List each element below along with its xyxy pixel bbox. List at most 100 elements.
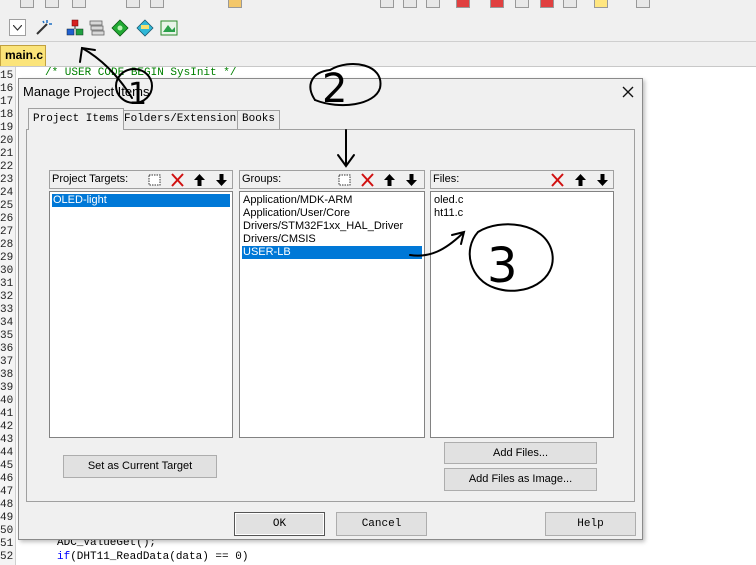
delete-icon[interactable] xyxy=(359,172,376,188)
close-icon[interactable] xyxy=(619,83,637,101)
chevron-down-icon xyxy=(13,25,22,31)
toolbar-icon[interactable] xyxy=(126,0,140,8)
move-up-icon[interactable] xyxy=(381,172,398,188)
toolbar-icon[interactable] xyxy=(540,0,554,8)
magic-wand-icon[interactable] xyxy=(34,19,52,37)
line-number: 28 xyxy=(0,239,14,251)
tab-folders-extensions[interactable]: Folders/Extensions xyxy=(119,110,248,129)
toolbar-icon[interactable] xyxy=(515,0,529,8)
new-item-icon[interactable] xyxy=(146,172,163,188)
toolbar-icon[interactable] xyxy=(563,0,577,8)
code-keyword: if xyxy=(57,551,71,563)
line-number: 41 xyxy=(0,408,14,420)
toolbar-icon[interactable] xyxy=(72,0,86,8)
tab-books[interactable]: Books xyxy=(237,110,281,129)
green-diamond-icon[interactable] xyxy=(111,19,129,37)
groups-header: Groups: xyxy=(239,170,425,189)
line-number: 34 xyxy=(0,317,14,329)
groups-list: Application/MDK-ARM Application/User/Cor… xyxy=(239,191,425,438)
move-down-icon[interactable] xyxy=(594,172,611,188)
toolbar-icon[interactable] xyxy=(403,0,417,8)
line-number: 30 xyxy=(0,265,14,277)
toolbar-icon[interactable] xyxy=(490,0,504,8)
list-item-group-selected[interactable]: USER-LB xyxy=(242,246,422,259)
code-line-52: if(DHT11_ReadData(data) == 0) xyxy=(57,550,248,563)
move-down-icon[interactable] xyxy=(403,172,420,188)
toolbar-icon[interactable] xyxy=(426,0,440,8)
line-number: 27 xyxy=(0,226,14,238)
line-number: 16 xyxy=(0,83,14,95)
toolbar-icon[interactable] xyxy=(636,0,650,8)
delete-icon[interactable] xyxy=(549,172,566,188)
new-group-icon[interactable] xyxy=(336,172,353,188)
help-button[interactable]: Help xyxy=(545,512,636,536)
files-list: oled.c ht11.c xyxy=(430,191,614,438)
add-files-as-image-button[interactable]: Add Files as Image... xyxy=(444,468,597,491)
cancel-button[interactable]: Cancel xyxy=(336,512,427,536)
stack-icon[interactable] xyxy=(88,19,106,37)
delete-icon[interactable] xyxy=(169,172,186,188)
groups-label: Groups: xyxy=(242,173,282,185)
line-number: 21 xyxy=(0,148,14,160)
manage-project-items-dialog: Manage Project Items Project Items Folde… xyxy=(18,78,643,540)
line-number: 40 xyxy=(0,395,14,407)
list-item-group[interactable]: Application/MDK-ARM xyxy=(242,194,422,207)
line-number: 22 xyxy=(0,161,14,173)
toolbar-icon[interactable] xyxy=(594,0,608,8)
line-number: 24 xyxy=(0,187,14,199)
line-number: 31 xyxy=(0,278,14,290)
set-current-target-button[interactable]: Set as Current Target xyxy=(63,455,217,478)
line-number: 44 xyxy=(0,447,14,459)
project-targets-header: Project Targets: xyxy=(49,170,233,189)
line-number: 20 xyxy=(0,135,14,147)
tab-project-items[interactable]: Project Items xyxy=(28,108,124,130)
toolbar-icon[interactable] xyxy=(456,0,470,8)
line-number: 43 xyxy=(0,434,14,446)
list-item-group[interactable]: Drivers/STM32F1xx_HAL_Driver xyxy=(242,220,422,233)
line-number: 51 xyxy=(0,538,14,550)
line-number: 52 xyxy=(0,551,14,563)
tab-main-c[interactable]: main.c xyxy=(0,45,46,66)
line-number: 32 xyxy=(0,291,14,303)
toolbar-icon[interactable] xyxy=(20,0,34,8)
code-text: (DHT11_ReadData(data) == 0) xyxy=(70,551,249,563)
add-files-button[interactable]: Add Files... xyxy=(444,442,597,464)
move-up-icon[interactable] xyxy=(191,172,208,188)
files-header: Files: xyxy=(430,170,614,189)
pack-installer-icon[interactable] xyxy=(160,19,178,37)
toolbar-icon[interactable] xyxy=(150,0,164,8)
line-number: 18 xyxy=(0,109,14,121)
line-number: 45 xyxy=(0,460,14,472)
line-number: 38 xyxy=(0,369,14,381)
toolbar-icon[interactable] xyxy=(228,0,242,8)
list-item-group[interactable]: Drivers/CMSIS xyxy=(242,233,422,246)
line-number: 33 xyxy=(0,304,14,316)
list-item-file[interactable]: oled.c xyxy=(433,194,611,207)
project-targets-label: Project Targets: xyxy=(52,173,129,185)
project-targets-list: OLED-light xyxy=(49,191,233,438)
debug-settings-icon[interactable] xyxy=(136,19,154,37)
line-number: 17 xyxy=(0,96,14,108)
ok-button[interactable]: OK xyxy=(234,512,325,536)
toolbar-dropdown[interactable] xyxy=(9,19,26,36)
editor-tab-bar: main.c xyxy=(0,42,756,67)
line-number: 46 xyxy=(0,473,14,485)
line-number: 47 xyxy=(0,486,14,498)
line-number: 35 xyxy=(0,330,14,342)
toolbar-icon[interactable] xyxy=(380,0,394,8)
line-number: 19 xyxy=(0,122,14,134)
line-number: 37 xyxy=(0,356,14,368)
files-label: Files: xyxy=(433,173,460,185)
line-number: 23 xyxy=(0,174,14,186)
line-number: 36 xyxy=(0,343,14,355)
move-down-icon[interactable] xyxy=(213,172,230,188)
list-item-group[interactable]: Application/User/Core xyxy=(242,207,422,220)
manage-project-items-icon[interactable] xyxy=(66,19,84,37)
move-up-icon[interactable] xyxy=(572,172,589,188)
list-item-file[interactable]: ht11.c xyxy=(433,207,611,220)
list-item-oled-light[interactable]: OLED-light xyxy=(52,194,230,207)
toolbar-icon[interactable] xyxy=(45,0,59,8)
line-number: 42 xyxy=(0,421,14,433)
line-number: 50 xyxy=(0,525,14,537)
line-number: 48 xyxy=(0,499,14,511)
